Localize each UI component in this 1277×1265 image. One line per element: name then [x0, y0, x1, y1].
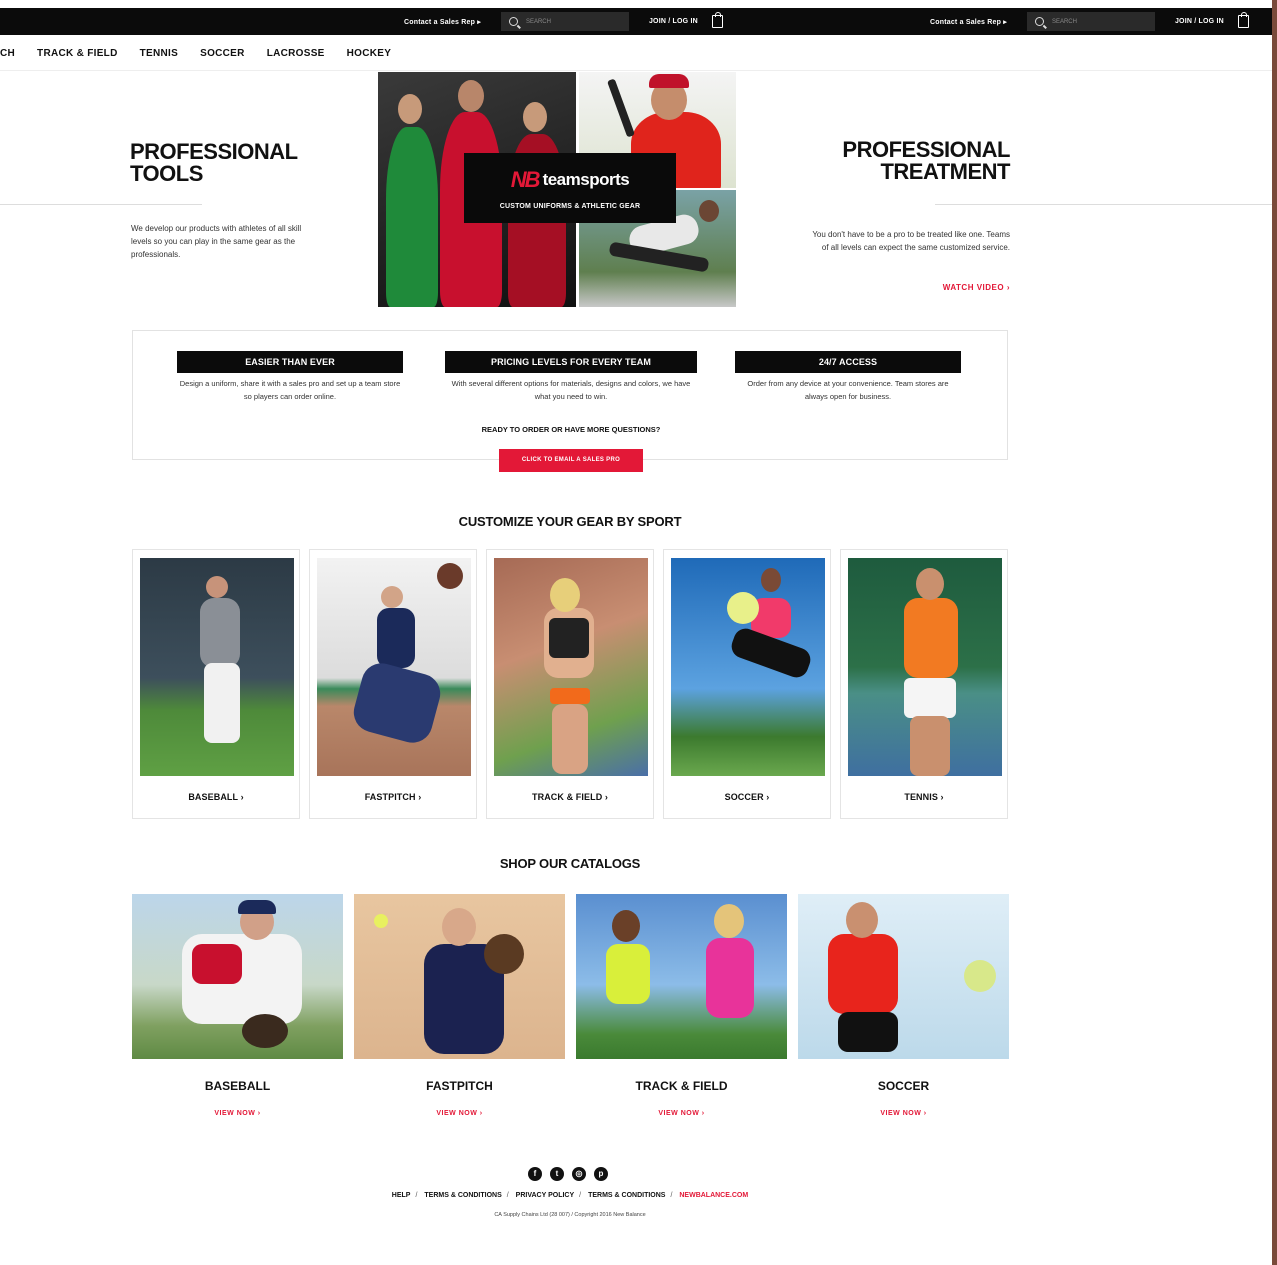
logo-text: teamsports [542, 169, 630, 189]
sport-card-track-field[interactable]: TRACK & FIELD › [486, 549, 654, 819]
nav-item-tennis[interactable]: TENNIS [140, 48, 178, 59]
join-login-link[interactable]: JOIN / LOG IN [649, 18, 698, 25]
title-line: TOOLS [130, 161, 203, 186]
cart-icon[interactable] [1237, 12, 1249, 28]
footer-links: HELP / TERMS & CONDITIONS / PRIVACY POLICY… [391, 1192, 749, 1199]
copyright-text: CA Supply Chains Ltd (28 007) / Copyrigh… [494, 1212, 646, 1218]
feature-column: PRICING LEVELS FOR EVERY TEAM With sever… [445, 351, 697, 403]
nav-item-lacrosse[interactable]: LACROSSE [267, 48, 325, 59]
sport-card-tennis[interactable]: TENNIS › [840, 549, 1008, 819]
ready-to-order-text: READY TO ORDER OR HAVE MORE QUESTIONS? [481, 425, 661, 434]
divider [0, 204, 202, 205]
catalog-name: FASTPITCH [426, 1079, 493, 1093]
search-input[interactable]: SEARCH [1052, 19, 1077, 25]
catalog-name: BASEBALL [204, 1079, 271, 1093]
track-field-catalog-photo [576, 894, 787, 1059]
page: Contact a Sales Rep ▸ SEARCH JOIN / LOG … [0, 0, 1272, 1265]
pinterest-icon[interactable]: p [594, 1167, 608, 1181]
catalog-name: TRACK & FIELD [635, 1079, 728, 1093]
top-bar-group-right: Contact a Sales Rep ▸ SEARCH JOIN / LOG … [930, 8, 1249, 35]
sport-card-label[interactable]: TENNIS › [841, 792, 1007, 802]
social-icons: f t ◎ p [528, 1167, 616, 1181]
sport-card-label[interactable]: TRACK & FIELD › [487, 792, 653, 802]
customize-title: CUSTOMIZE YOUR GEAR BY SPORT [458, 514, 682, 529]
feature-title: PRICING LEVELS FOR EVERY TEAM [445, 351, 697, 373]
view-now-link[interactable]: VIEW NOW › [132, 1110, 343, 1117]
watch-video-link[interactable]: WATCH VIDEO › [943, 283, 1010, 292]
feature-text: Design a uniform, share it with a sales … [179, 379, 401, 401]
soccer-photo [671, 558, 825, 776]
hero-collage: NB teamsports CUSTOM UNIFORMS & ATHLETIC… [378, 72, 736, 307]
catalog-baseball[interactable]: BASEBALL VIEW NOW › [132, 894, 343, 1117]
footer-link-terms[interactable]: TERMS & CONDITIONS [424, 1192, 501, 1199]
catalog-name: SOCCER [877, 1079, 930, 1093]
join-login-link[interactable]: JOIN / LOG IN [1175, 18, 1224, 25]
professional-tools-text: We develop our products with athletes of… [131, 224, 302, 259]
nav-divider [0, 70, 1272, 71]
track-field-photo [494, 558, 648, 776]
search-icon [508, 17, 518, 26]
footer-link-privacy[interactable]: PRIVACY POLICY [516, 1192, 574, 1199]
professional-tools-title: PROFESSIONAL TOOLS [130, 141, 298, 185]
sport-card-label[interactable]: BASEBALL › [133, 792, 299, 802]
facebook-icon[interactable]: f [528, 1167, 542, 1181]
feature-column: EASIER THAN EVER Design a uniform, share… [177, 351, 403, 403]
feature-title: EASIER THAN EVER [177, 351, 403, 373]
catalog-soccer[interactable]: SOCCER VIEW NOW › [798, 894, 1009, 1117]
view-now-link[interactable]: VIEW NOW › [576, 1110, 787, 1117]
title-line: PROFESSIONAL [130, 139, 298, 164]
sport-card-fastpitch[interactable]: FASTPITCH › [309, 549, 477, 819]
sport-nav: CH TRACK & FIELD TENNIS SOCCER LACROSSE … [0, 44, 413, 62]
logo-subtitle: CUSTOM UNIFORMS & ATHLETIC GEAR [499, 202, 641, 210]
footer-link-terms[interactable]: TERMS & CONDITIONS [588, 1192, 665, 1199]
search-box[interactable]: SEARCH [1026, 12, 1155, 31]
search-box[interactable]: SEARCH [500, 12, 629, 31]
footer-link-help[interactable]: HELP [392, 1192, 411, 1199]
fastpitch-photo [317, 558, 471, 776]
title-line: TREATMENT [880, 159, 1010, 184]
view-now-link[interactable]: VIEW NOW › [354, 1110, 565, 1117]
top-bar: Contact a Sales Rep ▸ SEARCH JOIN / LOG … [0, 8, 1272, 35]
nav-item-hockey[interactable]: HOCKEY [347, 48, 392, 59]
baseball-photo [140, 558, 294, 776]
professional-treatment-title: PROFESSIONAL TREATMENT [842, 139, 1010, 183]
feature-text: Order from any device at your convenienc… [747, 379, 949, 401]
sport-card-label[interactable]: FASTPITCH › [310, 792, 476, 802]
cart-icon[interactable] [711, 12, 723, 28]
sport-card-baseball[interactable]: BASEBALL › [132, 549, 300, 819]
sport-cards: BASEBALL › FASTPITCH › TRACK & FIELD › S… [132, 549, 1008, 819]
soccer-catalog-photo [798, 894, 1009, 1059]
search-icon [1034, 17, 1044, 26]
catalog-track-field[interactable]: TRACK & FIELD VIEW NOW › [576, 894, 787, 1117]
instagram-icon[interactable]: ◎ [572, 1167, 586, 1181]
twitter-icon[interactable]: t [550, 1167, 564, 1181]
nav-item-soccer[interactable]: SOCCER [200, 48, 245, 59]
feature-column: 24/7 ACCESS Order from any device at you… [735, 351, 961, 403]
email-sales-pro-button[interactable]: CLICK TO EMAIL A SALES PRO [499, 449, 643, 472]
feature-text: With several different options for mater… [451, 379, 691, 401]
catalog-fastpitch[interactable]: FASTPITCH VIEW NOW › [354, 894, 565, 1117]
contact-sales-rep-link[interactable]: Contact a Sales Rep ▸ [930, 18, 1007, 26]
professional-treatment-text: You don't have to be a pro to be treated… [812, 230, 1010, 252]
divider [935, 204, 1272, 205]
contact-sales-rep-link[interactable]: Contact a Sales Rep ▸ [404, 18, 481, 26]
baseball-catalog-photo [132, 894, 343, 1059]
features-box: EASIER THAN EVER Design a uniform, share… [132, 330, 1008, 472]
nb-logo-mark: NB [510, 166, 541, 192]
title-line: PROFESSIONAL [842, 137, 1010, 162]
shop-catalogs-title: SHOP OUR CATALOGS [499, 856, 641, 871]
view-now-link[interactable]: VIEW NOW › [798, 1110, 1009, 1117]
feature-title: 24/7 ACCESS [735, 351, 961, 373]
nav-item-track-field[interactable]: TRACK & FIELD [37, 48, 118, 59]
search-input[interactable]: SEARCH [526, 19, 551, 25]
tennis-photo [848, 558, 1002, 776]
sport-card-soccer[interactable]: SOCCER › [663, 549, 831, 819]
footer-link-newbalance[interactable]: NEWBALANCE.COM [679, 1192, 748, 1199]
sport-card-label[interactable]: SOCCER › [664, 792, 830, 802]
nb-teamsports-logo: NB teamsports CUSTOM UNIFORMS & ATHLETIC… [464, 153, 676, 223]
top-bar-group-left: Contact a Sales Rep ▸ SEARCH JOIN / LOG … [404, 8, 723, 35]
nav-item[interactable]: CH [0, 48, 15, 59]
fastpitch-catalog-photo [354, 894, 565, 1059]
